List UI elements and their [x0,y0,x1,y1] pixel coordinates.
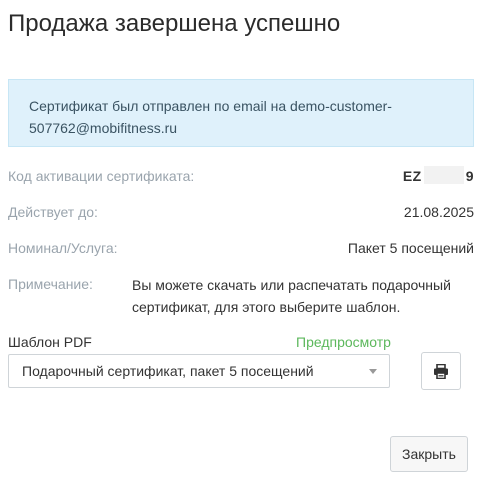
pdf-template-label: Шаблон PDF [8,334,92,350]
page-title: Продажа завершена успешно [8,10,341,37]
valid-until-value: 21.08.2025 [403,204,474,220]
note-line-1: Вы можете скачать или распечатать подаро… [132,277,451,293]
note-line-2: сертификат, для этого выберите шаблон. [132,299,401,315]
close-button[interactable]: Закрыть [390,436,468,472]
alert-line-1: Сертификат был отправлен по email на dem… [29,98,392,114]
pdf-template-select[interactable]: Подарочный сертификат, пакет 5 посещений [8,354,390,388]
note-row: Примечание: Вы можете скачать или распеч… [8,274,474,318]
pdf-template-selected: Подарочный сертификат, пакет 5 посещений [22,363,314,379]
alert-line-2: 507762@mobifitness.ru [29,120,178,136]
note-value: Вы можете скачать или распечатать подаро… [132,274,477,318]
activation-code-label: Код активации сертификата: [8,168,195,184]
print-icon [434,363,448,379]
activation-code-value: EZ 9 [403,166,474,186]
valid-until-label: Действует до: [8,204,98,220]
print-button[interactable] [421,352,461,390]
activation-code-start: EZ [402,168,422,184]
email-sent-alert: Сертификат был отправлен по email на dem… [8,79,474,147]
activation-code-mask [423,166,464,184]
note-label: Примечание: [8,276,93,292]
nominal-label: Номинал/Услуга: [8,240,118,256]
chevron-down-icon [369,369,377,374]
activation-code-end: 9 [465,168,474,184]
nominal-value: Пакет 5 посещений [347,240,474,256]
preview-link[interactable]: Предпросмотр [296,334,391,350]
